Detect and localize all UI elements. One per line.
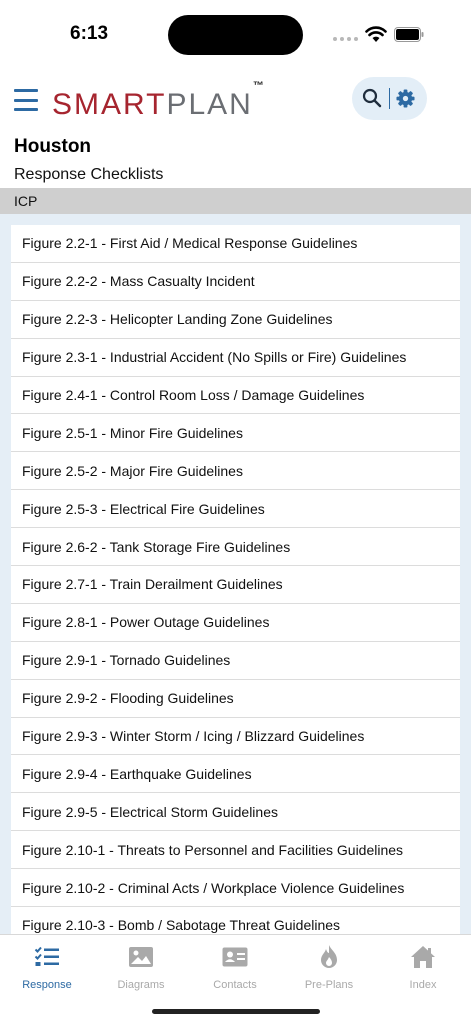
tab-contacts[interactable]: Contacts bbox=[188, 943, 282, 999]
tab-diagrams[interactable]: Diagrams bbox=[94, 943, 188, 999]
dynamic-island bbox=[168, 15, 303, 55]
search-icon[interactable] bbox=[362, 88, 382, 108]
tab-label: Contacts bbox=[213, 979, 257, 991]
gear-icon[interactable] bbox=[396, 89, 415, 108]
actions-divider bbox=[389, 88, 390, 109]
checklist-item[interactable]: Figure 2.8-1 - Power Outage Guidelines bbox=[11, 604, 460, 642]
checklist-item[interactable]: Figure 2.6-2 - Tank Storage Fire Guideli… bbox=[11, 528, 460, 567]
cellular-signal-icon bbox=[333, 37, 358, 41]
contact-card-icon bbox=[222, 947, 248, 967]
checklist-item[interactable]: Figure 2.5-1 - Minor Fire Guidelines bbox=[11, 414, 460, 453]
group-label: ICP bbox=[14, 193, 38, 209]
checklist-item[interactable]: Figure 2.7-1 - Train Derailment Guidelin… bbox=[11, 566, 460, 604]
menu-icon[interactable] bbox=[14, 89, 38, 111]
checklist-item[interactable]: Figure 2.3-1 - Industrial Accident (No S… bbox=[11, 339, 460, 377]
group-header: ICP bbox=[0, 188, 471, 214]
status-bar: 6:13 bbox=[0, 0, 471, 70]
checklist-item[interactable]: Figure 2.2-2 - Mass Casualty Incident bbox=[11, 263, 460, 301]
checklist-item[interactable]: Figure 2.2-3 - Helicopter Landing Zone G… bbox=[11, 301, 460, 339]
checklist-item[interactable]: Figure 2.5-2 - Major Fire Guidelines bbox=[11, 452, 460, 491]
wifi-icon bbox=[365, 26, 387, 42]
checklist-scroll-area[interactable]: Figure 2.2-1 - First Aid / Medical Respo… bbox=[0, 214, 471, 934]
tab-index[interactable]: Index bbox=[376, 943, 470, 999]
tab-label: Pre-Plans bbox=[304, 979, 354, 991]
site-name: Houston bbox=[14, 136, 92, 157]
section-title: Response Checklists bbox=[14, 166, 164, 183]
checklist-item[interactable]: Figure 2.9-2 - Flooding Guidelines bbox=[11, 680, 460, 718]
image-icon bbox=[129, 947, 153, 967]
checklist-item[interactable]: Figure 2.10-3 - Bomb / Sabotage Threat G… bbox=[11, 907, 460, 934]
checklist-item[interactable]: Figure 2.4-1 - Control Room Loss / Damag… bbox=[11, 377, 460, 415]
checklist-item[interactable]: Figure 2.2-1 - First Aid / Medical Respo… bbox=[11, 225, 460, 263]
checklist-item[interactable]: Figure 2.9-3 - Winter Storm / Icing / Bl… bbox=[11, 718, 460, 756]
smartplan-logo: SMARTPLAN™ bbox=[52, 80, 264, 121]
app-header: SMARTPLAN™ bbox=[0, 70, 471, 130]
checklist-item[interactable]: Figure 2.10-1 - Threats to Personnel and… bbox=[11, 831, 460, 870]
tab-pre-plans[interactable]: Pre-Plans bbox=[282, 943, 376, 999]
checklist-item[interactable]: Figure 2.5-3 - Electrical Fire Guideline… bbox=[11, 490, 460, 529]
home-icon bbox=[411, 946, 435, 968]
tab-label: Diagrams bbox=[117, 979, 165, 991]
checklist-item[interactable]: Figure 2.10-2 - Criminal Acts / Workplac… bbox=[11, 869, 460, 908]
battery-icon bbox=[394, 27, 424, 42]
tab-label: Response bbox=[22, 979, 72, 991]
checklist-item[interactable]: Figure 2.9-4 - Earthquake Guidelines bbox=[11, 755, 460, 794]
status-time: 6:13 bbox=[70, 23, 109, 44]
checklist-list: Figure 2.2-1 - First Aid / Medical Respo… bbox=[11, 225, 460, 934]
tab-response[interactable]: Response bbox=[0, 943, 94, 999]
header-actions bbox=[352, 77, 427, 120]
flame-icon bbox=[321, 945, 337, 968]
tab-label: Index bbox=[409, 979, 437, 991]
home-indicator bbox=[152, 1009, 320, 1014]
checklist-icon bbox=[34, 946, 59, 966]
checklist-item[interactable]: Figure 2.9-5 - Electrical Storm Guidelin… bbox=[11, 793, 460, 832]
checklist-item[interactable]: Figure 2.9-1 - Tornado Guidelines bbox=[11, 642, 460, 680]
